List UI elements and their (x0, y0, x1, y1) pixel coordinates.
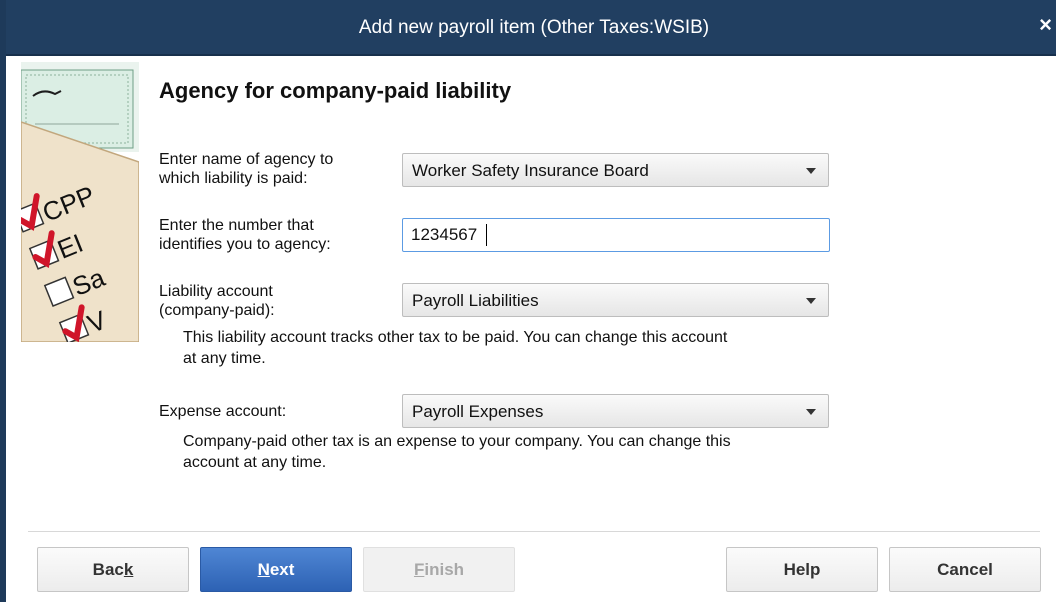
expense-account-note: Company-paid other tax is an expense to … (183, 431, 843, 473)
agency-name-dropdown[interactable]: Worker Safety Insurance Board (402, 153, 829, 187)
agency-number-label-line1: Enter the number that (159, 217, 314, 234)
liability-account-label-line1: Liability account (159, 283, 273, 300)
payroll-item-dialog: Add new payroll item (Other Taxes:WSIB) … (0, 0, 1056, 602)
next-button[interactable]: Next (200, 547, 352, 592)
checklist-illustration-graphic: CPP EI Sa V (21, 62, 139, 342)
title-bar: Add new payroll item (Other Taxes:WSIB) … (6, 0, 1056, 56)
back-button-label: Bac (92, 560, 124, 579)
cancel-button[interactable]: Cancel (889, 547, 1041, 592)
chevron-down-icon (806, 409, 816, 415)
agency-number-label-line2: identifies you to agency: (159, 236, 331, 253)
text-caret (486, 224, 487, 246)
window-title: Add new payroll item (Other Taxes:WSIB) (358, 17, 710, 38)
close-icon[interactable]: × (1039, 12, 1052, 38)
agency-number-field[interactable] (402, 218, 830, 252)
chevron-down-icon (806, 298, 816, 304)
footer-divider (28, 531, 1040, 532)
expense-account-note-line1: Company-paid other tax is an expense to … (183, 433, 731, 450)
agency-name-label-line2: which liability is paid: (159, 170, 308, 187)
expense-account-label: Expense account: (159, 403, 287, 420)
agency-number-label: Enter the number that identifies you to … (159, 216, 331, 254)
page-heading: Agency for company-paid liability (159, 78, 512, 103)
finish-button[interactable]: Finish (363, 547, 515, 592)
next-button-label: ext (269, 560, 295, 579)
liability-account-note-line2: at any time. (183, 350, 266, 367)
finish-button-label: inish (424, 560, 465, 579)
expense-account-dropdown[interactable]: Payroll Expenses (402, 394, 829, 428)
back-button[interactable]: Back (37, 547, 189, 592)
chevron-down-icon (806, 168, 816, 174)
next-button-accesskey: N (257, 560, 270, 579)
agency-name-value: Worker Safety Insurance Board (412, 161, 649, 180)
agency-name-label: Enter name of agency to which liability … (159, 150, 333, 188)
help-button[interactable]: Help (726, 547, 878, 592)
payroll-checklist-illustration: CPP EI Sa V (21, 62, 139, 342)
finish-button-accesskey: F (413, 560, 425, 579)
agency-name-label-line1: Enter name of agency to (159, 151, 334, 168)
expense-account-value: Payroll Expenses (412, 402, 544, 421)
liability-account-label-line2: (company-paid): (159, 302, 275, 319)
liability-account-value: Payroll Liabilities (412, 291, 539, 310)
liability-account-note: This liability account tracks other tax … (183, 327, 843, 369)
expense-account-note-line2: account at any time. (183, 454, 327, 471)
liability-account-dropdown[interactable]: Payroll Liabilities (402, 283, 829, 317)
liability-account-label: Liability account (company-paid): (159, 282, 275, 320)
back-button-accesskey: k (123, 560, 134, 579)
liability-account-note-line1: This liability account tracks other tax … (183, 329, 728, 346)
agency-number-input[interactable] (411, 225, 811, 245)
